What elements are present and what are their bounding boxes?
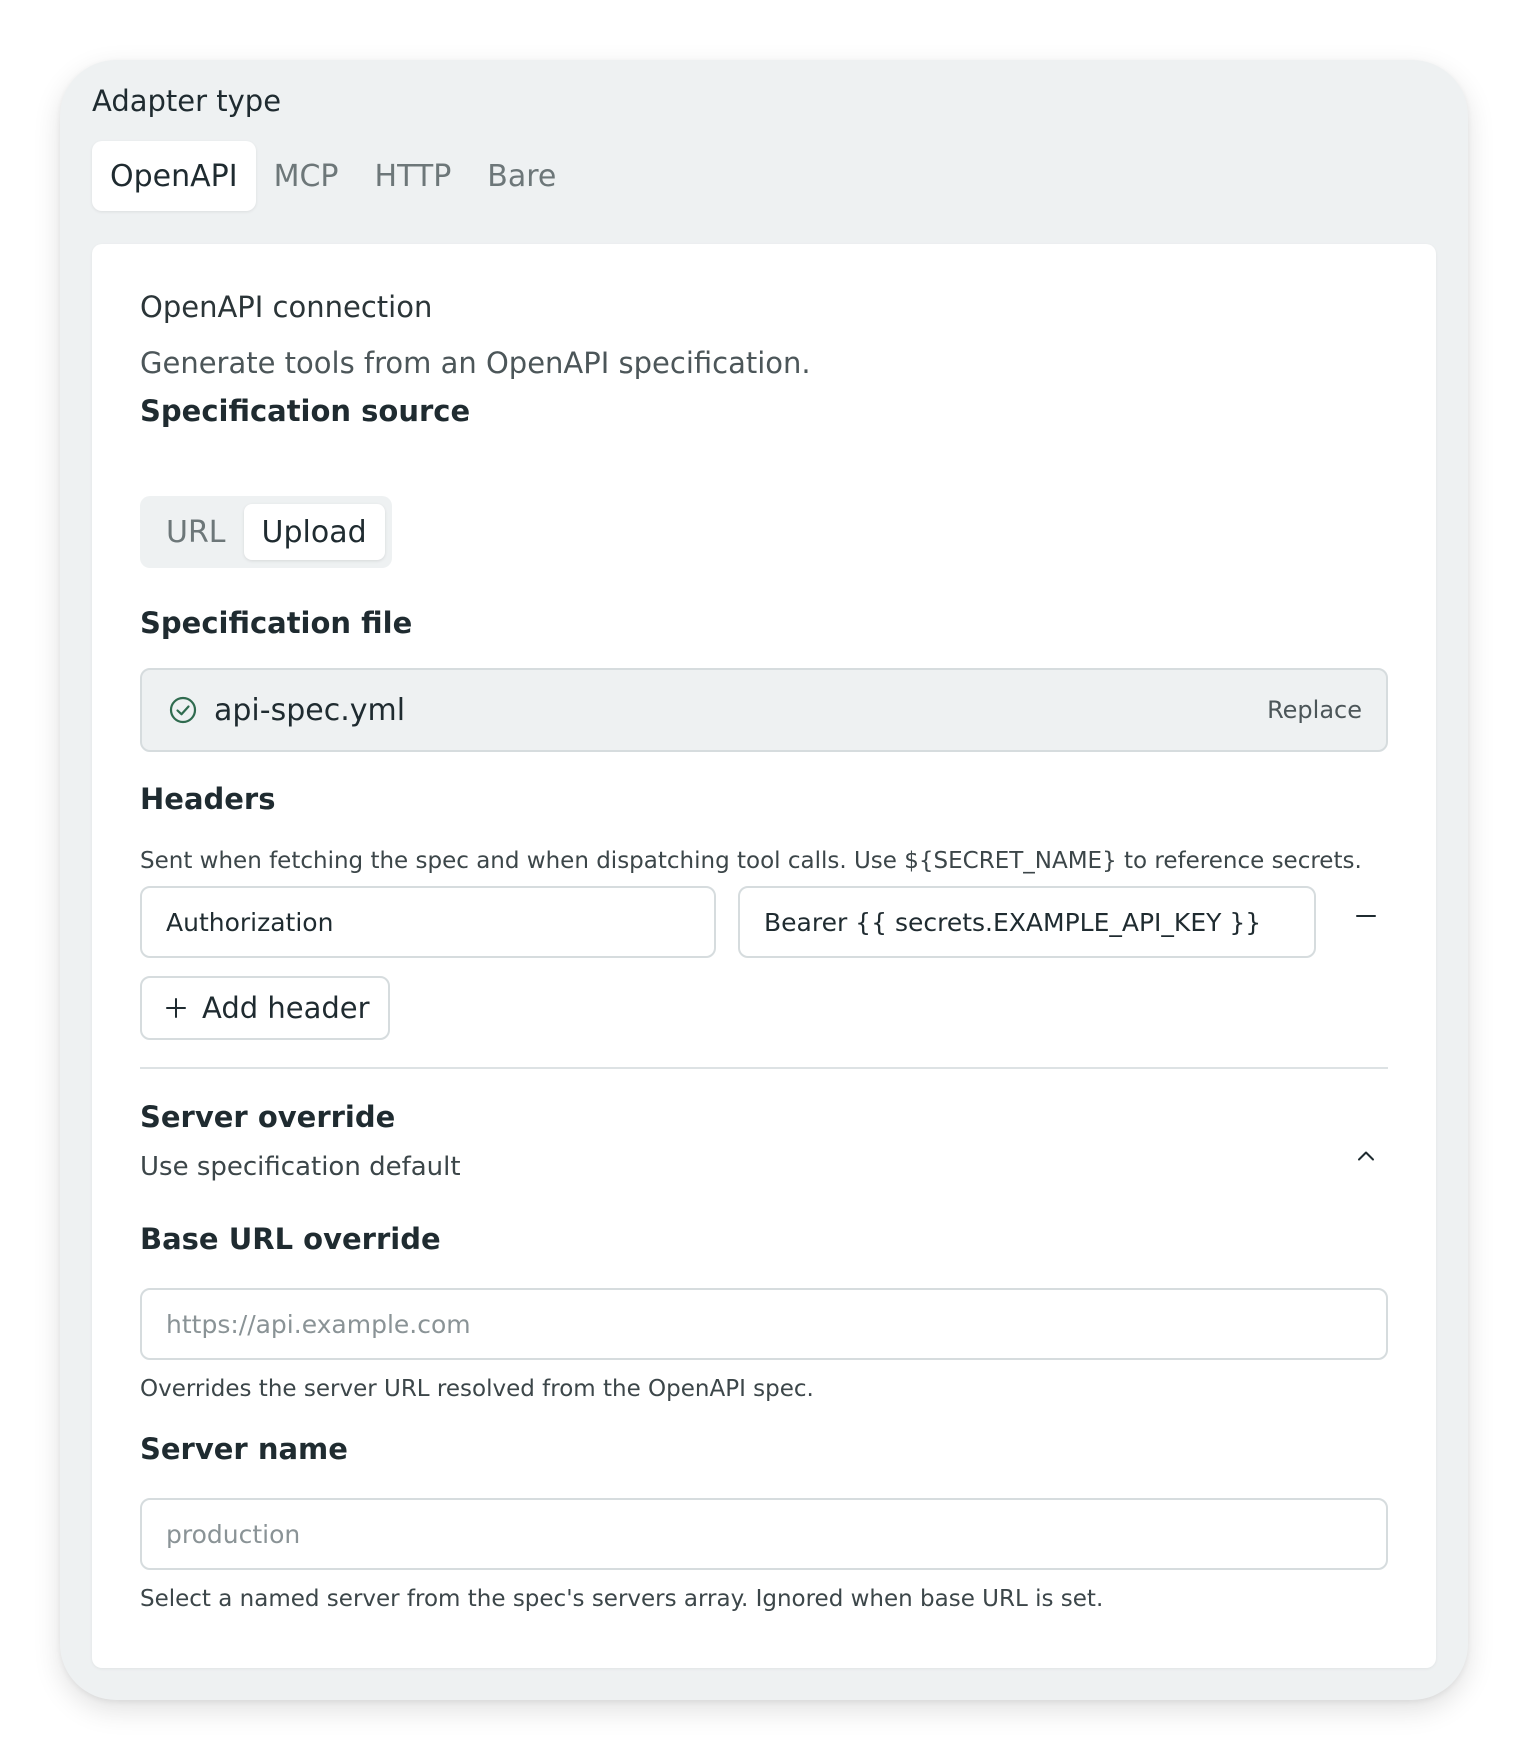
add-header-label: Add header — [202, 991, 370, 1025]
plus-icon — [164, 996, 188, 1020]
server-name-label: Server name — [140, 1432, 348, 1466]
server-name-hint: Select a named server from the spec's se… — [140, 1586, 1104, 1612]
tab-bare[interactable]: Bare — [469, 141, 574, 211]
chevron-up-icon — [1354, 1144, 1378, 1168]
header-name-input[interactable] — [140, 886, 716, 958]
base-url-input[interactable] — [140, 1288, 1388, 1360]
spec-file-box: api-spec.yml Replace — [140, 668, 1388, 752]
tab-openapi[interactable]: OpenAPI — [92, 141, 256, 211]
openapi-connection-card: OpenAPI connection Generate tools from a… — [92, 244, 1436, 1668]
headers-label: Headers — [140, 782, 276, 816]
base-url-label: Base URL override — [140, 1222, 441, 1256]
adapter-type-label: Adapter type — [92, 84, 282, 118]
spec-source-label: Specification source — [140, 394, 471, 428]
server-override-toggle[interactable] — [1346, 1136, 1386, 1176]
server-override-label: Server override — [140, 1100, 396, 1134]
server-name-input[interactable] — [140, 1498, 1388, 1570]
tab-mcp[interactable]: MCP — [256, 141, 357, 211]
base-url-hint: Overrides the server URL resolved from t… — [140, 1376, 814, 1402]
header-value-input[interactable] — [738, 886, 1316, 958]
spec-source-upload-option[interactable]: Upload — [243, 504, 385, 560]
card-description: Generate tools from an OpenAPI specifica… — [140, 346, 811, 380]
tab-http[interactable]: HTTP — [357, 141, 470, 211]
spec-source-toggle: URL Upload — [140, 496, 392, 568]
card-title: OpenAPI connection — [140, 290, 433, 324]
headers-hint: Sent when fetching the spec and when dis… — [140, 848, 1362, 874]
check-circle-icon — [168, 695, 198, 725]
spec-source-url-option[interactable]: URL — [148, 504, 244, 560]
server-override-summary: Use specification default — [140, 1152, 461, 1182]
adapter-type-tabs: OpenAPI MCP HTTP Bare — [92, 141, 574, 211]
replace-file-button[interactable]: Replace — [1267, 696, 1362, 724]
section-divider — [140, 1067, 1388, 1069]
spec-file-name: api-spec.yml — [214, 692, 406, 728]
minus-icon — [1354, 904, 1378, 928]
add-header-button[interactable]: Add header — [140, 976, 390, 1040]
spec-file-label: Specification file — [140, 606, 413, 640]
remove-header-button[interactable] — [1346, 896, 1386, 936]
